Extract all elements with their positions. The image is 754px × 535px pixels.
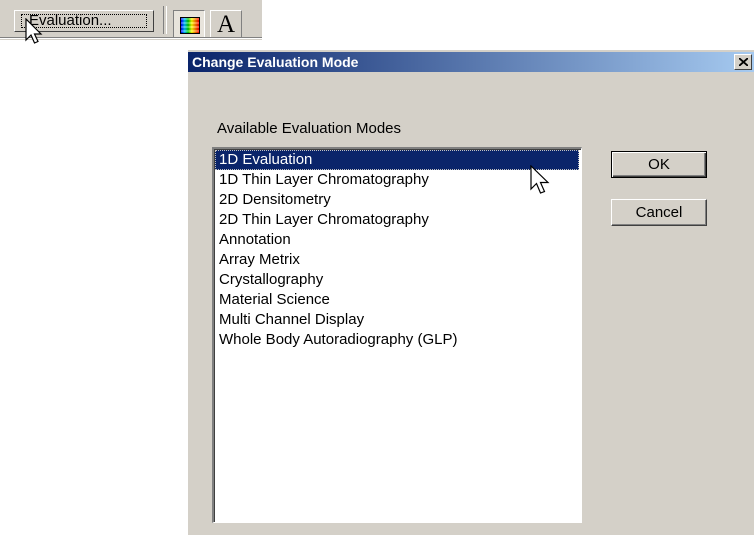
change-evaluation-mode-dialog: Change Evaluation Mode Available Evaluat… (188, 50, 754, 535)
list-item[interactable]: 1D Evaluation (215, 150, 579, 170)
list-item[interactable]: Multi Channel Display (215, 310, 579, 330)
list-item[interactable]: 2D Thin Layer Chromatography (215, 210, 579, 230)
text-tool-label: A (216, 11, 236, 38)
color-tool-button[interactable] (173, 10, 205, 38)
color-palette-icon (180, 17, 200, 34)
list-item[interactable]: Crystallography (215, 270, 579, 290)
list-item[interactable]: Annotation (215, 230, 579, 250)
close-icon (739, 58, 748, 66)
evaluation-modes-list: 1D Evaluation 1D Thin Layer Chromatograph… (215, 150, 579, 350)
dialog-title: Change Evaluation Mode (192, 54, 359, 70)
list-item[interactable]: 2D Densitometry (215, 190, 579, 210)
cancel-button[interactable]: Cancel (611, 199, 707, 226)
toolbar: Evaluation... A (0, 0, 262, 40)
dialog-titlebar[interactable]: Change Evaluation Mode (188, 52, 754, 72)
list-item[interactable]: Whole Body Autoradiography (GLP) (215, 330, 579, 350)
ok-button[interactable]: OK (611, 151, 707, 178)
toolbar-separator (163, 6, 167, 34)
list-item[interactable]: Array Metrix (215, 250, 579, 270)
evaluation-button-label: Evaluation... (29, 12, 112, 29)
evaluation-button[interactable]: Evaluation... (14, 10, 154, 32)
available-modes-label: Available Evaluation Modes (217, 120, 402, 137)
toolbar-divider-highlight (0, 38, 262, 39)
text-tool-button[interactable]: A (210, 10, 242, 38)
list-item[interactable]: 1D Thin Layer Chromatography (215, 170, 579, 190)
list-item[interactable]: Material Science (215, 290, 579, 310)
evaluation-modes-listbox[interactable]: 1D Evaluation 1D Thin Layer Chromatograph… (212, 147, 582, 523)
close-button[interactable] (734, 54, 752, 70)
